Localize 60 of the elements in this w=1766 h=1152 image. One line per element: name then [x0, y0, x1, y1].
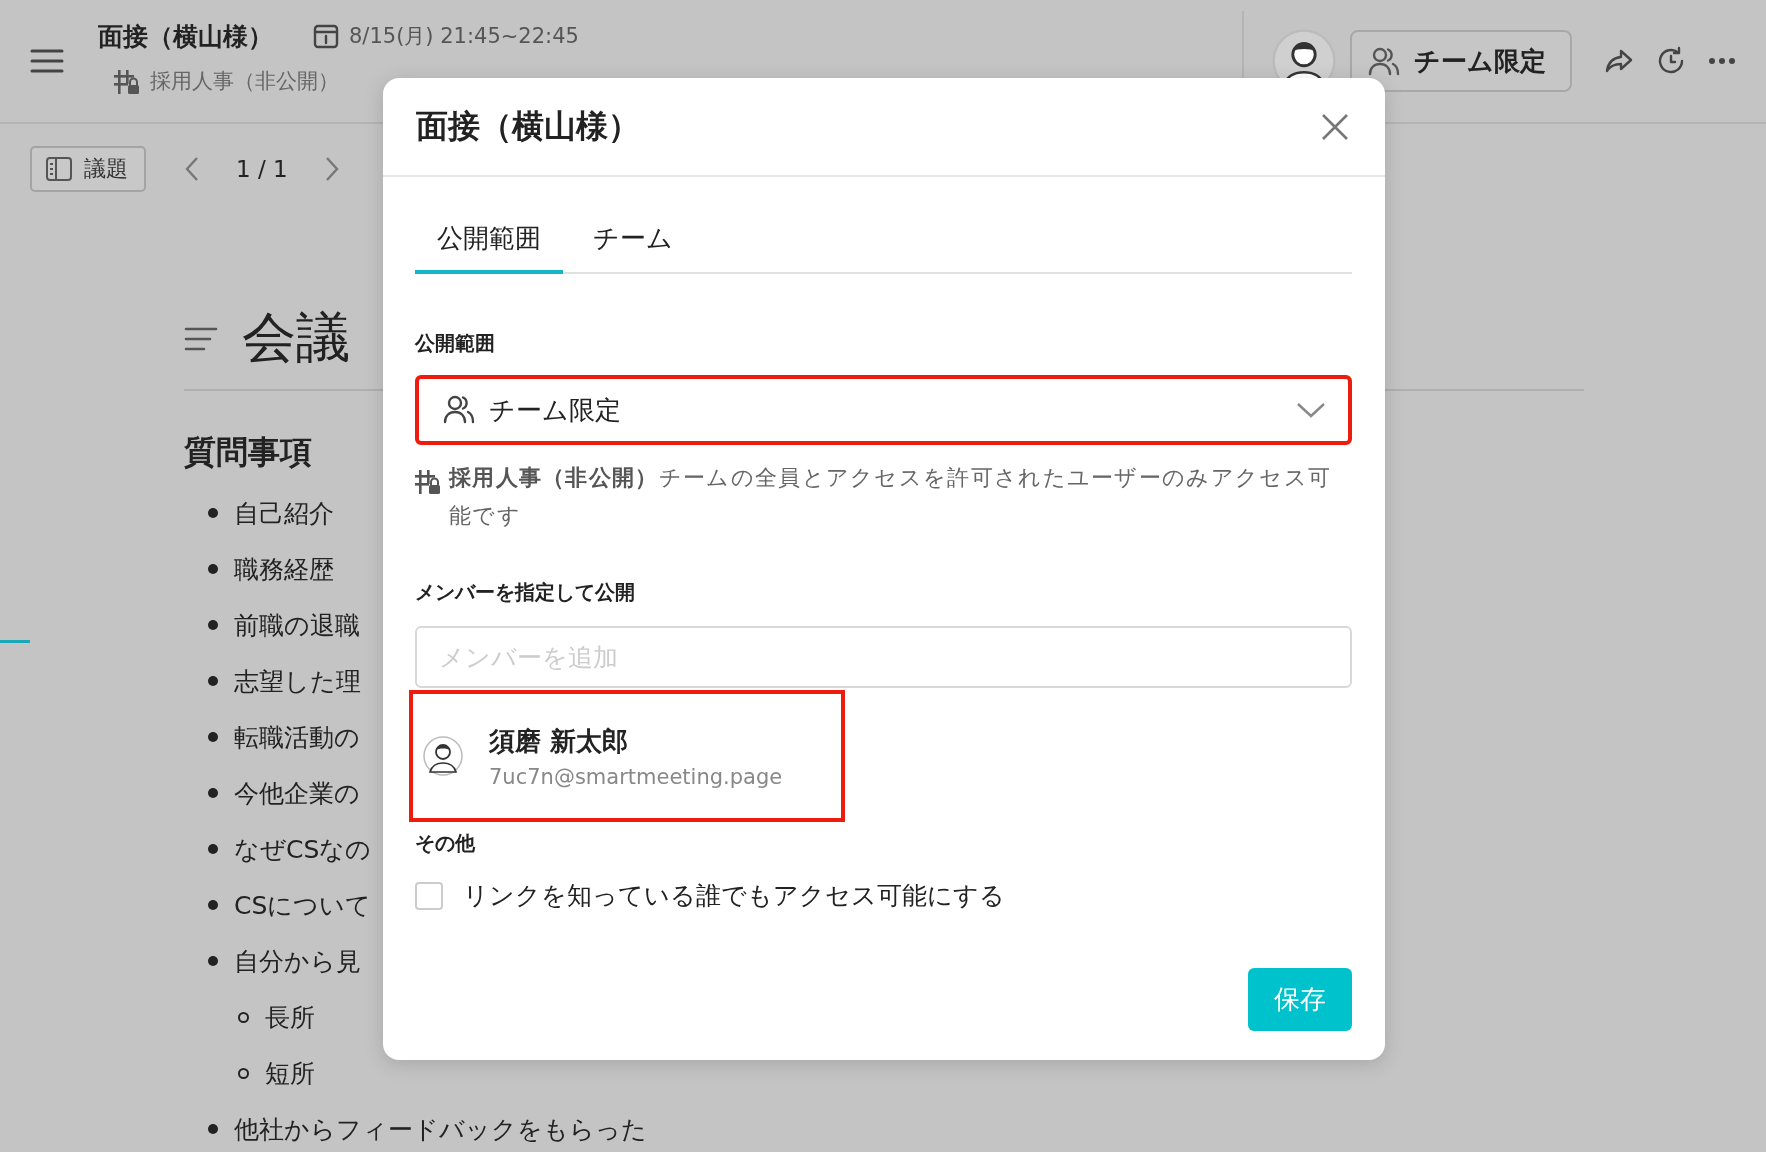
menu-icon[interactable]	[30, 48, 64, 74]
bullet-icon	[208, 508, 218, 518]
section-heading: 質問事項	[184, 432, 312, 473]
visibility-button[interactable]: チーム限定	[1350, 30, 1572, 92]
tab[interactable]: チーム	[571, 209, 695, 274]
calendar-icon	[313, 23, 339, 49]
tab[interactable]: 公開範囲	[415, 209, 563, 274]
bullet-icon	[208, 564, 218, 574]
list-item: なぜCSなの	[234, 833, 372, 866]
list-item: 自分から見	[234, 945, 361, 978]
field-label: 公開範囲	[415, 330, 496, 357]
list-item: 自己紹介	[234, 497, 334, 530]
dialog-title: 面接（横山様）	[416, 105, 640, 147]
member-email: 7uc7n@smartmeeting.page	[489, 764, 783, 789]
bullet-icon	[208, 1124, 218, 1134]
list-item: 転職活動の	[234, 721, 360, 754]
list-item: 長所	[265, 1001, 315, 1034]
document-heading: 会議	[242, 305, 350, 371]
outline-icon	[184, 325, 218, 352]
bullet-icon	[208, 676, 218, 686]
chevron-down-icon	[1296, 401, 1326, 419]
bullet-icon	[208, 844, 218, 854]
meeting-date: 8/15(月) 21:45~22:45	[349, 23, 579, 50]
field-label: メンバーを指定して公開	[415, 579, 636, 606]
team-lock-icon	[415, 468, 441, 494]
bullet-icon	[238, 1011, 249, 1023]
member-name: 須磨 新太郎	[489, 724, 630, 758]
member-entry[interactable]: 須磨 新太郎 7uc7n@smartmeeting.page	[409, 690, 845, 822]
bullet-icon	[238, 1067, 249, 1079]
avatar	[423, 736, 463, 776]
close-icon[interactable]	[1321, 112, 1349, 141]
list-item: 他社からフィードバックをもらった	[234, 1113, 647, 1146]
checkbox[interactable]	[415, 881, 443, 910]
share-icon[interactable]	[1604, 48, 1634, 74]
field-label: その他	[415, 830, 476, 857]
list-item: CSについて	[234, 889, 372, 922]
team-lock-icon	[114, 67, 140, 94]
refresh-icon[interactable]	[1656, 46, 1686, 76]
more-icon[interactable]	[1708, 57, 1736, 65]
list-item: 前職の退職	[234, 609, 360, 642]
description-text: 採用人事（非公開）チームの全員とアクセスを許可されたユーザーのみアクセス可能です	[449, 464, 1333, 530]
people-icon	[1368, 46, 1400, 76]
chevron-right-icon[interactable]	[323, 156, 340, 182]
bullet-icon	[208, 956, 218, 966]
chevron-left-icon[interactable]	[184, 156, 200, 182]
list-item: 職務経歴	[234, 553, 334, 586]
bullet-icon	[208, 900, 218, 910]
people-icon	[443, 394, 477, 426]
agenda-button[interactable]: 議題	[30, 146, 146, 192]
list-item: 志望した理	[234, 665, 361, 698]
visibility-dropdown[interactable]: チーム限定	[415, 375, 1352, 445]
page-counter: 1 / 1	[236, 156, 288, 182]
bullet-icon	[208, 788, 218, 798]
bullet-icon	[208, 732, 218, 742]
checkbox-label: リンクを知っている誰でもアクセス可能にする	[463, 880, 1005, 912]
meeting-title: 面接（横山様）	[98, 20, 273, 53]
sidebar-icon	[46, 157, 72, 181]
list-item: 短所	[265, 1057, 315, 1090]
list-item: 今他企業の	[234, 777, 360, 810]
bullet-icon	[208, 620, 218, 630]
